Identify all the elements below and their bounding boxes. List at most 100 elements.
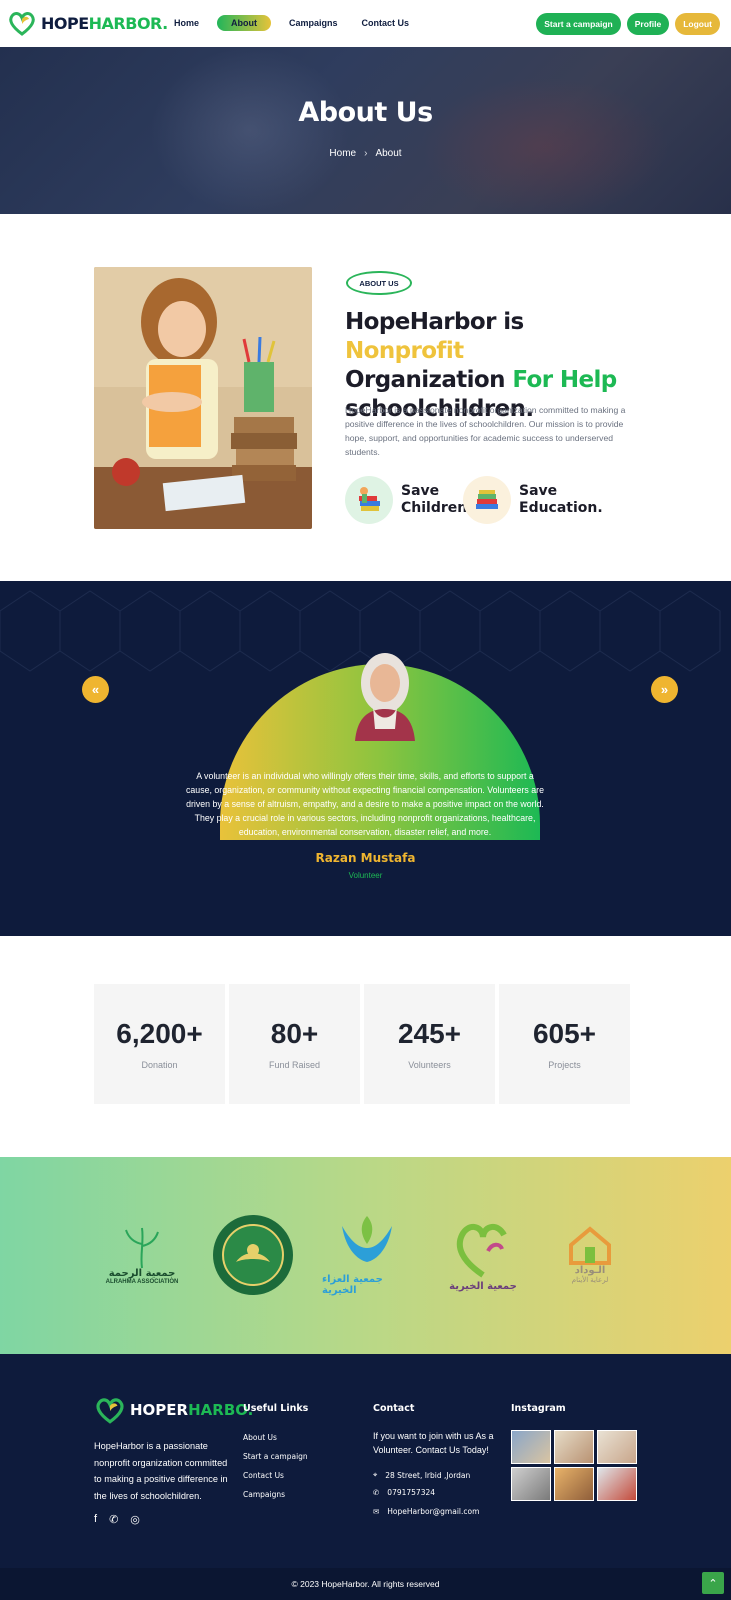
stat-card-fund-raised: 80+ Fund Raised [229, 984, 360, 1104]
instagram-icon[interactable]: ◎ [130, 1513, 140, 1526]
phone-text: 0791757324 [387, 1488, 436, 1497]
instagram-gallery [511, 1430, 637, 1501]
education-books-icon [463, 476, 511, 524]
nav-home[interactable]: Home [168, 15, 205, 31]
about-paragraph: HopeHarbor is a passionate nonprofit org… [345, 405, 626, 457]
brand-part2: HARBOR. [88, 13, 169, 33]
stat-label: Projects [548, 1060, 581, 1070]
stat-card-volunteers: 245+ Volunteers [364, 984, 495, 1104]
house-icon [569, 1226, 611, 1265]
footer-link-contact[interactable]: Contact Us [243, 1471, 284, 1480]
stat-value: 80+ [270, 1018, 319, 1049]
instagram-photo[interactable] [597, 1430, 637, 1464]
seal-emblem-icon [213, 1214, 293, 1295]
email-text: HopeHarbor@gmail.com [387, 1507, 480, 1516]
whatsapp-icon[interactable]: ✆ [109, 1513, 118, 1526]
children-books-icon [345, 476, 393, 524]
nav-about[interactable]: About [217, 15, 272, 31]
brand-logo[interactable]: HOPEHARBOR. [7, 10, 168, 36]
instagram-photo[interactable] [554, 1430, 594, 1464]
heart-leaf-icon [9, 12, 35, 36]
stat-value: 6,200+ [116, 1018, 203, 1049]
stat-value: 605+ [532, 1018, 597, 1049]
nav-campaigns[interactable]: Campaigns [283, 15, 344, 31]
top-navbar: HOPEHARBOR. Home About Campaigns Contact… [0, 0, 731, 47]
instagram-photo[interactable] [511, 1467, 551, 1501]
heart-leaf-icon [96, 1398, 124, 1424]
partner-logo-seal[interactable] [208, 1207, 298, 1302]
footer-link-about[interactable]: About Us [243, 1433, 277, 1442]
stat-card-projects: 605+ Projects [499, 984, 630, 1104]
instagram-photo[interactable] [554, 1467, 594, 1501]
about-tag-badge: ABOUT US [346, 271, 412, 295]
testimonial-role: Volunteer [348, 871, 383, 880]
partner-logo-alwedad[interactable]: الـوداد لرعاية الأيتام [540, 1207, 640, 1302]
nav-links: Home About Campaigns Contact Us [168, 15, 415, 31]
partners-section: جمعية الرحمة ALRAHMA ASSOCIATION جمعية ا… [0, 1157, 731, 1354]
nav-contact[interactable]: Contact Us [356, 15, 416, 31]
address-text: 28 Street, Irbid ,Jordan [385, 1470, 471, 1480]
footer-link-campaigns[interactable]: Campaigns [243, 1490, 285, 1499]
partner-logo-charity[interactable]: جمعية الخيرية [438, 1207, 528, 1302]
heading-highlight-yellow: Nonprofit [345, 338, 464, 364]
next-testimonial-button[interactable]: » [651, 676, 678, 703]
testimonial-section: « » A volunteer is an individual who wil… [0, 581, 731, 936]
contact-title: Contact [373, 1403, 415, 1414]
partner-name-ar: الـوداد [574, 1265, 606, 1276]
start-campaign-button[interactable]: Start a campaign [536, 13, 621, 35]
feature-label: Save [519, 483, 558, 499]
instagram-photo[interactable] [597, 1467, 637, 1501]
contact-text: If you want to join with us As a Volunte… [373, 1431, 494, 1455]
copyright-bar: © 2023 HopeHarbor. All rights reserved [0, 1568, 731, 1600]
feature-label: Education. [519, 500, 603, 516]
social-links: f ✆ ◎ [94, 1513, 140, 1526]
copyright-text: © 2023 HopeHarbor. All rights reserved [291, 1579, 440, 1589]
location-pin-icon: ⌖ [373, 1470, 378, 1479]
partner-name-ar: جمعية الخيرية [449, 1281, 517, 1292]
facebook-icon[interactable]: f [94, 1513, 97, 1526]
contact-email[interactable]: ✉ HopeHarbor@gmail.com [373, 1507, 479, 1516]
logout-button[interactable]: Logout [675, 13, 720, 35]
instagram-title: Instagram [511, 1403, 566, 1414]
footer-logo[interactable]: HOPERHARBO. [94, 1396, 253, 1424]
heart-swirl-icon [456, 1224, 507, 1278]
volunteer-portrait [355, 653, 415, 741]
heading-highlight-green: For Help [512, 367, 617, 393]
feature-save-children: Save Children. [345, 476, 481, 524]
phone-icon: ✆ [373, 1488, 380, 1497]
stat-label: Donation [141, 1060, 178, 1070]
partner-logo-alrahma[interactable]: جمعية الرحمة ALRAHMA ASSOCIATION [94, 1207, 190, 1302]
palm-leaf-icon [125, 1227, 159, 1268]
footer-about-text: HopeHarbor is a passionate nonprofit org… [94, 1441, 228, 1501]
profile-button[interactable]: Profile [626, 13, 670, 35]
page-hero: About Us Home › About [0, 47, 731, 214]
stat-card-donation: 6,200+ Donation [94, 984, 225, 1104]
nav-buttons: Start a campaign Profile Logout [536, 13, 720, 35]
stat-label: Fund Raised [268, 1060, 321, 1070]
breadcrumb-home[interactable]: Home [329, 148, 356, 159]
partner-name-ar: جمعية العزاء الخيرية [322, 1273, 383, 1296]
contact-address: ⌖ 28 Street, Irbid ,Jordan [373, 1470, 470, 1480]
page-title: About Us [298, 97, 433, 128]
partner-logo-alazaa[interactable]: جمعية العزاء الخيرية [322, 1207, 412, 1302]
useful-links-title: Useful Links [243, 1403, 309, 1414]
stat-label: Volunteers [408, 1060, 451, 1070]
breadcrumb: Home › About [0, 148, 731, 159]
about-photo [94, 267, 312, 529]
brand-part1: HOPE [41, 13, 89, 33]
mail-icon: ✉ [373, 1507, 380, 1516]
instagram-photo[interactable] [511, 1430, 551, 1464]
footer-link-start-campaign[interactable]: Start a campaign [243, 1452, 308, 1461]
stat-value: 245+ [397, 1018, 462, 1049]
prev-testimonial-button[interactable]: « [82, 676, 109, 703]
contact-phone[interactable]: ✆ 0791757324 [373, 1488, 435, 1497]
double-chevron-up-icon: ⌃ [708, 1577, 718, 1590]
partner-name-en: ALRAHMA ASSOCIATION [105, 1279, 179, 1285]
testimonial-name: Razan Mustafa [315, 851, 416, 865]
feature-label: Children. [401, 500, 473, 516]
breadcrumb-current: About [375, 148, 402, 159]
hands-icon [342, 1215, 392, 1262]
scroll-to-top-button[interactable]: ⌃ [702, 1572, 724, 1594]
heading-part: HopeHarbor is [345, 309, 524, 335]
feature-save-education: Save Education. [463, 476, 603, 524]
